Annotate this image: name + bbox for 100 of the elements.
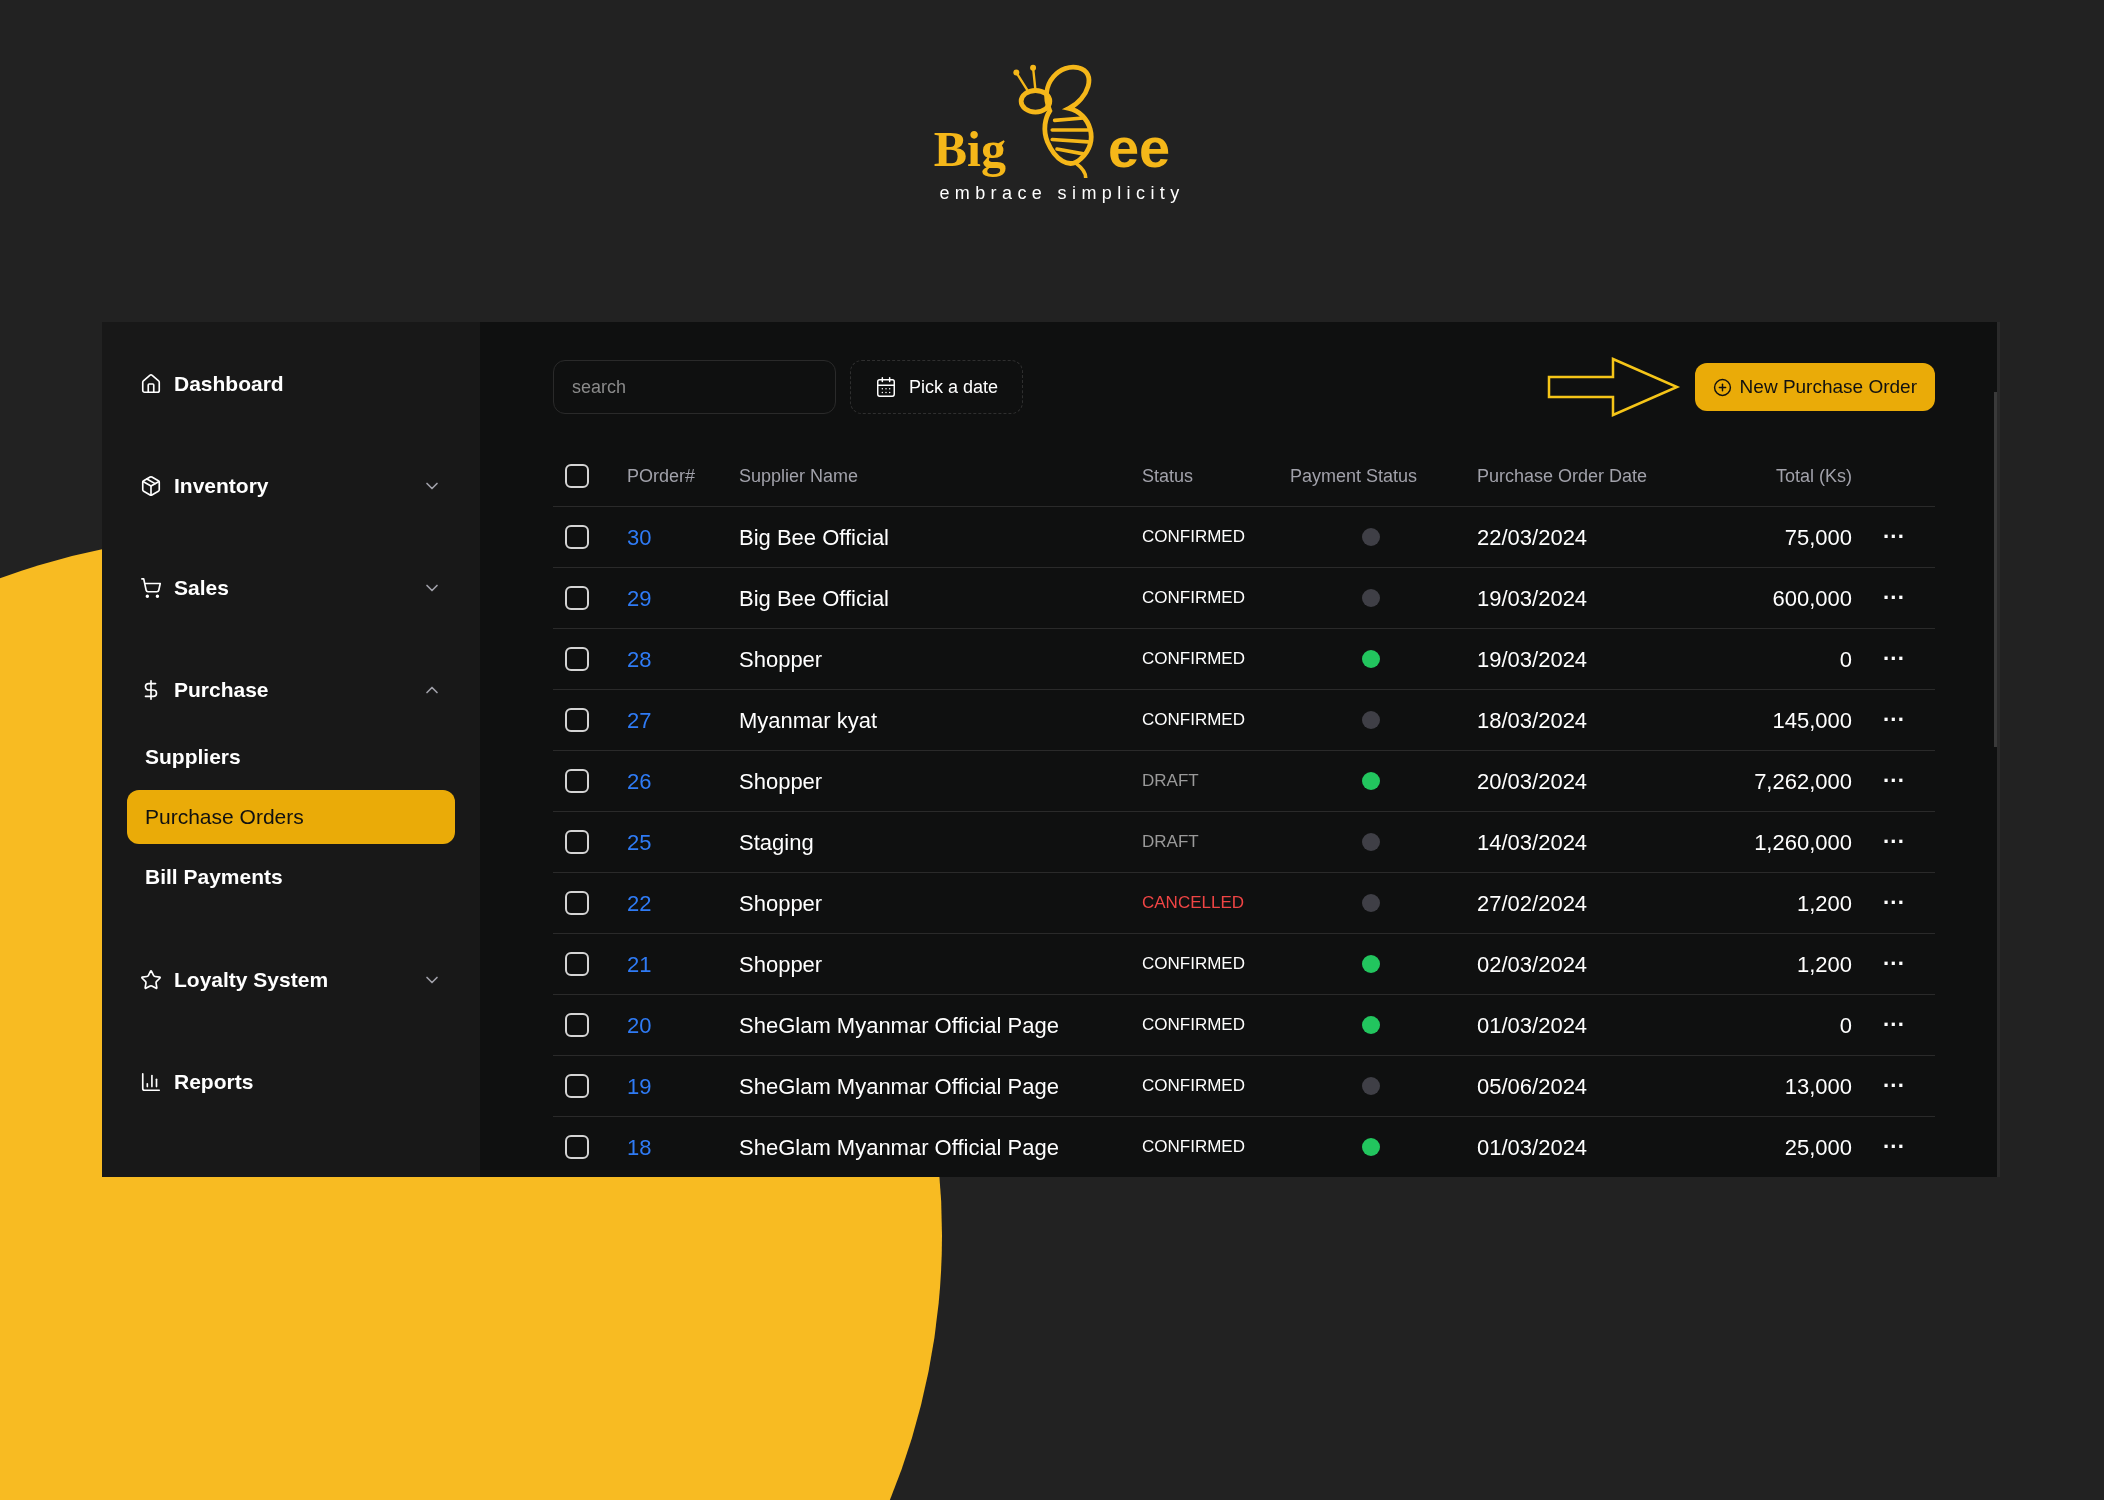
row-checkbox[interactable]	[565, 1135, 589, 1159]
order-number-link[interactable]: 18	[627, 1130, 652, 1164]
column-header: Total (Ks)	[1775, 464, 1852, 488]
row-checkbox[interactable]	[565, 1074, 589, 1098]
order-total: 1,260,000	[1754, 828, 1852, 857]
status-label: DRAFT	[1142, 831, 1199, 854]
cart-icon	[140, 577, 162, 599]
row-menu-button[interactable]: ···	[1883, 831, 1905, 853]
status-label: CONFIRMED	[1142, 1075, 1245, 1098]
order-number-link[interactable]: 19	[627, 1069, 652, 1103]
status-label: CONFIRMED	[1142, 709, 1245, 732]
status-label: CANCELLED	[1142, 892, 1245, 915]
order-number-link[interactable]: 30	[627, 520, 652, 554]
order-number-link[interactable]: 22	[627, 886, 652, 920]
row-menu-button[interactable]: ···	[1883, 892, 1905, 914]
bar-chart-icon	[140, 1071, 162, 1093]
status-label: CONFIRMED	[1142, 526, 1245, 549]
row-checkbox[interactable]	[565, 708, 589, 732]
row-checkbox[interactable]	[565, 952, 589, 976]
row-menu-button[interactable]: ···	[1883, 1136, 1905, 1158]
order-number-link[interactable]: 29	[627, 581, 652, 615]
star-icon	[140, 969, 162, 991]
column-header: POrder#	[627, 464, 697, 488]
column-header: Payment Status	[1290, 464, 1418, 488]
order-total: 600,000	[1772, 584, 1852, 613]
arrow-icon	[1546, 357, 1681, 417]
status-label: CONFIRMED	[1142, 1014, 1245, 1037]
supplier-name: Shopper	[739, 950, 823, 979]
supplier-name: Staging	[739, 828, 814, 857]
order-total: 13,000	[1784, 1072, 1852, 1101]
row-menu-button[interactable]: ···	[1883, 953, 1905, 975]
row-menu-button[interactable]: ···	[1883, 770, 1905, 792]
order-total: 1,200	[1796, 950, 1852, 979]
order-number-link[interactable]: 21	[627, 947, 652, 981]
sidebar-item[interactable]: Dashboard	[102, 333, 480, 435]
order-total: 1,200	[1796, 889, 1852, 918]
order-number-link[interactable]: 28	[627, 642, 652, 676]
row-menu-button[interactable]: ···	[1883, 587, 1905, 609]
row-checkbox[interactable]	[565, 586, 589, 610]
supplier-name: Shopper	[739, 645, 823, 674]
supplier-name: Big Bee Official	[739, 584, 889, 613]
row-menu-button[interactable]: ···	[1883, 648, 1905, 670]
order-number-link[interactable]: 25	[627, 825, 652, 859]
select-all-checkbox[interactable]	[565, 464, 589, 488]
order-date: 05/06/2024	[1477, 1072, 1588, 1101]
sidebar-item[interactable]: Sales	[102, 537, 480, 639]
new-purchase-order-button[interactable]: New Purchase Order	[1694, 363, 1935, 411]
order-date: 22/03/2024	[1477, 523, 1588, 552]
row-checkbox[interactable]	[565, 891, 589, 915]
row-menu-button[interactable]: ···	[1883, 526, 1905, 548]
order-number-link[interactable]: 26	[627, 764, 652, 798]
status-label: CONFIRMED	[1142, 587, 1245, 610]
sidebar-item[interactable]: Loyalty System	[102, 929, 480, 1031]
order-date: 14/03/2024	[1477, 828, 1588, 857]
row-checkbox[interactable]	[565, 769, 589, 793]
supplier-name: SheGlam Myanmar Official Page	[739, 1011, 1059, 1040]
order-date: 19/03/2024	[1477, 584, 1588, 613]
order-date: 01/03/2024	[1477, 1011, 1588, 1040]
supplier-name: Shopper	[739, 889, 823, 918]
box-icon	[140, 475, 162, 497]
sidebar-item[interactable]: Reports	[102, 1031, 480, 1133]
order-date: 27/02/2024	[1477, 889, 1588, 918]
status-label: DRAFT	[1142, 770, 1199, 793]
supplier-name: SheGlam Myanmar Official Page	[739, 1133, 1059, 1162]
home-icon	[140, 373, 162, 395]
order-number-link[interactable]: 27	[627, 703, 652, 737]
column-header: Purchase Order Date	[1477, 464, 1649, 488]
logo-word: ee	[1107, 120, 1171, 176]
order-total: 7,262,000	[1754, 767, 1852, 796]
row-checkbox[interactable]	[565, 830, 589, 854]
order-date: 20/03/2024	[1477, 767, 1588, 796]
logo-tagline: embrace simplicity	[939, 182, 1185, 205]
column-header: Supplier Name	[739, 464, 860, 488]
order-number-link[interactable]: 20	[627, 1008, 652, 1042]
status-label: CONFIRMED	[1142, 648, 1245, 671]
row-menu-button[interactable]: ···	[1883, 709, 1905, 731]
status-label: CONFIRMED	[1142, 953, 1245, 976]
order-date: 19/03/2024	[1477, 645, 1588, 674]
supplier-name: SheGlam Myanmar Official Page	[739, 1072, 1059, 1101]
row-checkbox[interactable]	[565, 525, 589, 549]
status-label: CONFIRMED	[1142, 1136, 1245, 1159]
submenu-item[interactable]: Bill Payments	[127, 850, 455, 904]
column-header: Status	[1142, 464, 1195, 488]
plus-circle-icon	[1712, 377, 1732, 397]
row-checkbox[interactable]	[565, 1013, 589, 1037]
supplier-name: Myanmar kyat	[739, 706, 878, 735]
row-checkbox[interactable]	[565, 647, 589, 671]
sidebar-item[interactable]: Inventory	[102, 435, 480, 537]
supplier-name: Big Bee Official	[739, 523, 889, 552]
order-total: 75,000	[1784, 523, 1852, 552]
row-menu-button[interactable]: ···	[1883, 1075, 1905, 1097]
supplier-name: Shopper	[739, 767, 823, 796]
order-total: 0	[1839, 1011, 1852, 1040]
submenu-item[interactable]: Purchase Orders	[127, 790, 455, 844]
search-field[interactable]: search	[553, 360, 836, 414]
calendar-icon	[875, 376, 897, 398]
row-menu-button[interactable]: ···	[1883, 1014, 1905, 1036]
order-total: 0	[1839, 645, 1852, 674]
date-picker-button[interactable]: Pick a date	[850, 360, 1024, 414]
order-total: 25,000	[1784, 1133, 1852, 1162]
